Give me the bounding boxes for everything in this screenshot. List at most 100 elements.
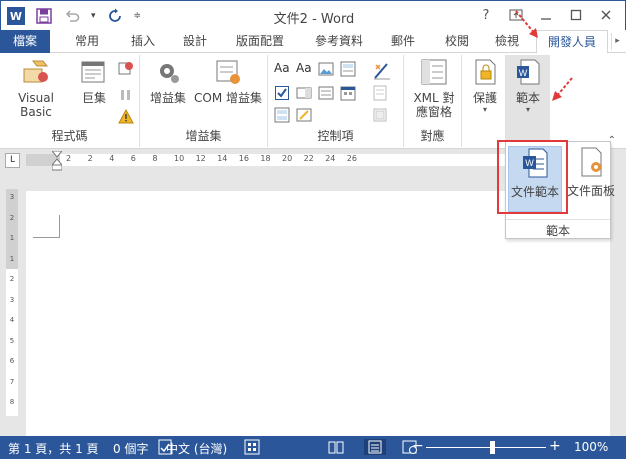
ruler-number: 12 (195, 154, 206, 163)
document-panel-label: 文件面板 (566, 184, 615, 198)
group-controls-label: 控制項 (317, 129, 354, 143)
rich-text-control-icon[interactable]: Aa (274, 61, 290, 75)
ruler-number: 2 (87, 154, 93, 163)
ruler-number: 22 (303, 154, 314, 163)
dropdown-list-control-icon[interactable] (318, 85, 334, 101)
dropdown-group-label: 範本 (545, 224, 570, 238)
macro-security-icon[interactable] (118, 108, 134, 125)
word-count[interactable]: 0 個字 (113, 440, 148, 457)
tab-selector-button[interactable]: L (5, 153, 20, 168)
templates-button[interactable]: W 範本 ▾ (509, 57, 547, 114)
com-addins-button[interactable]: COM 增益集 (192, 57, 264, 105)
legacy-tools-icon[interactable] (296, 107, 312, 123)
indent-marker-icon[interactable] (52, 151, 62, 171)
group-templates: W 範本 ▾ (506, 55, 550, 147)
tab-home[interactable]: 常用 (64, 30, 110, 53)
building-block-control-icon[interactable] (340, 61, 356, 77)
group-mapping-label: 對應 (420, 129, 445, 143)
visual-basic-icon (23, 60, 49, 83)
protect-dropdown-icon: ▾ (482, 105, 487, 114)
visual-basic-button[interactable]: Visual Basic (4, 57, 68, 119)
xml-mapping-label-line1: XML 對 (413, 91, 455, 105)
svg-text:W: W (519, 68, 528, 78)
ruler-number: 26 (346, 154, 357, 163)
document-panel-button[interactable]: 文件面板 (564, 146, 618, 212)
tab-references[interactable]: 參考資料 (306, 30, 372, 53)
macro-record-status-icon[interactable] (244, 439, 260, 455)
design-mode-icon[interactable] (372, 61, 390, 80)
templates-icon: W (517, 59, 540, 85)
zoom-in-button[interactable]: + (549, 438, 561, 454)
addins-label: 增益集 (149, 91, 186, 105)
templates-label: 範本 (515, 91, 540, 105)
margin-crop-mark (33, 215, 60, 238)
ribbon-tab-bar: 檔案 常用 插入 設計 版面配置 參考資料 郵件 校閱 檢視 開發人員 ▸ (0, 10, 626, 54)
close-icon[interactable] (593, 5, 619, 25)
ruler-number: 24 (325, 154, 336, 163)
document-panel-icon (581, 147, 602, 177)
ruler-number: 18 (260, 154, 271, 163)
group-controls: Aa Aa 控制項 (268, 55, 404, 147)
picture-control-icon[interactable] (318, 61, 334, 77)
macros-button[interactable]: 巨集 (74, 57, 114, 105)
properties-icon[interactable] (372, 85, 388, 101)
ruler-number: 16 (238, 154, 249, 163)
tab-review[interactable]: 校閱 (434, 30, 480, 53)
ruler-number: 8 (9, 398, 15, 406)
ruler-number: 5 (9, 336, 15, 345)
com-addins-label: COM 增益集 (194, 91, 262, 105)
page-info[interactable]: 第 1 頁，共 1 頁 (8, 440, 99, 457)
tab-layout[interactable]: 版面配置 (228, 30, 292, 53)
addins-gear-icon (160, 64, 179, 83)
zoom-slider-thumb[interactable] (490, 441, 495, 454)
group-code: Visual Basic 巨集 程式碼 (0, 55, 140, 147)
highlight-frame (497, 140, 568, 214)
checkbox-control-icon[interactable] (274, 85, 290, 101)
ruler-number: 2 (66, 154, 72, 163)
language[interactable]: 中文 (台灣) (166, 440, 227, 457)
ruler-number: 7 (9, 377, 15, 386)
ruler-number: 1 (9, 254, 15, 263)
tab-mailings[interactable]: 郵件 (382, 30, 424, 53)
templates-dropdown-icon: ▾ (525, 105, 530, 114)
date-picker-control-icon[interactable] (340, 85, 356, 101)
protect-label: 保護 (472, 91, 497, 105)
tab-design[interactable]: 設計 (172, 30, 218, 53)
ruler-number: 6 (130, 154, 136, 163)
zoom-out-button[interactable]: − (412, 438, 424, 454)
zoom-level[interactable]: 100% (574, 440, 608, 454)
protect-button[interactable]: 保護 ▾ (466, 57, 504, 114)
tab-file[interactable]: 檔案 (0, 30, 50, 53)
group-addins: 增益集 COM 增益集 增益集 (140, 55, 268, 147)
group-controls-icon[interactable] (372, 107, 388, 123)
macros-label: 巨集 (81, 91, 106, 105)
addins-button[interactable]: 增益集 (146, 57, 190, 105)
zoom-slider-track[interactable] (426, 447, 546, 448)
restore-icon[interactable] (563, 5, 589, 25)
tab-developer[interactable]: 開發人員 (536, 30, 608, 54)
tab-insert[interactable]: 插入 (120, 30, 166, 53)
record-macro-icon[interactable] (118, 61, 134, 77)
status-bar: 第 1 頁，共 1 頁 0 個字 中文 (台灣) − + 100% (0, 436, 626, 459)
tab-scroll-right-icon[interactable]: ▸ (611, 33, 623, 50)
ribbon: Visual Basic 巨集 程式碼 增益集 COM 增益集 增益集 Aa A… (0, 53, 626, 149)
combo-box-control-icon[interactable] (296, 85, 312, 101)
group-code-label: 程式碼 (51, 129, 88, 143)
ruler-number: 4 (9, 316, 15, 324)
ruler-number: 1 (9, 234, 15, 242)
read-mode-icon[interactable] (328, 439, 344, 455)
plain-text-control-icon[interactable]: Aa (296, 61, 312, 75)
dropdown-divider (506, 219, 610, 220)
help-button[interactable]: ? (473, 5, 499, 25)
group-addins-label: 增益集 (185, 129, 222, 143)
ruler-number: 20 (282, 154, 293, 163)
ruler-number: 6 (9, 357, 15, 365)
pause-recording-icon[interactable] (118, 87, 134, 103)
repeating-section-control-icon[interactable] (274, 107, 290, 123)
group-mapping: XML 對應窗格 對應 (404, 55, 462, 147)
vertical-ruler[interactable]: 3 2 1 1 2 3 4 5 6 7 8 (6, 189, 18, 416)
print-layout-icon[interactable] (364, 439, 386, 455)
xml-mapping-pane-button[interactable]: XML 對應窗格 (408, 57, 460, 119)
xml-mapping-icon (421, 59, 447, 85)
ruler-number: 4 (109, 154, 115, 163)
